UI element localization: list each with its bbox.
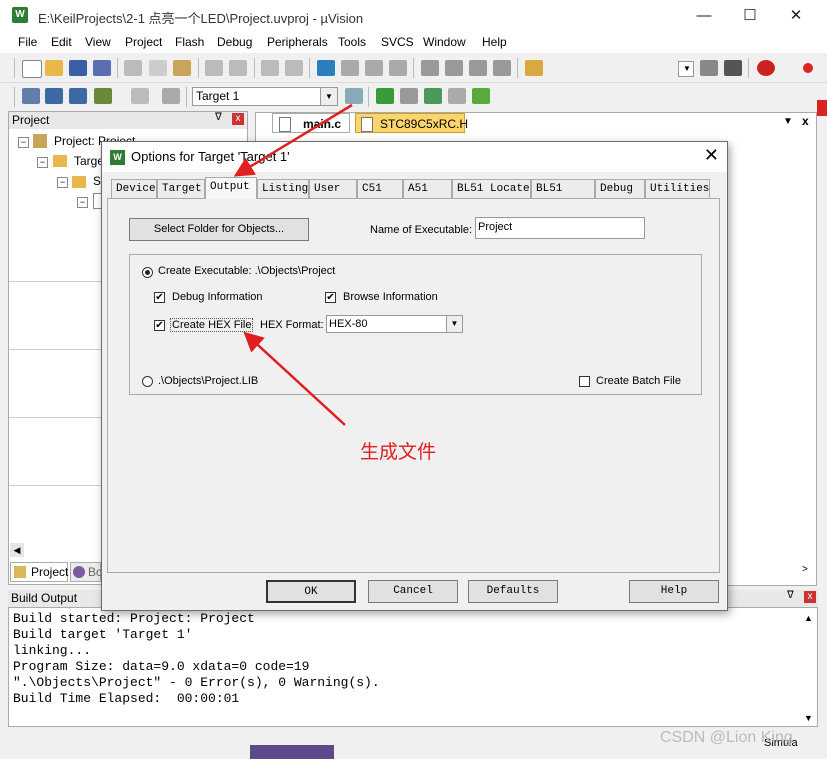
arrow-to-create-hex <box>243 331 346 426</box>
arrow-to-output-tab <box>233 103 353 177</box>
watermark: CSDN @Lion King <box>660 729 793 746</box>
annotation-arrows <box>233 103 353 426</box>
annotation-text: 生成文件 <box>360 442 437 463</box>
tab-output[interactable]: Output <box>205 177 257 199</box>
